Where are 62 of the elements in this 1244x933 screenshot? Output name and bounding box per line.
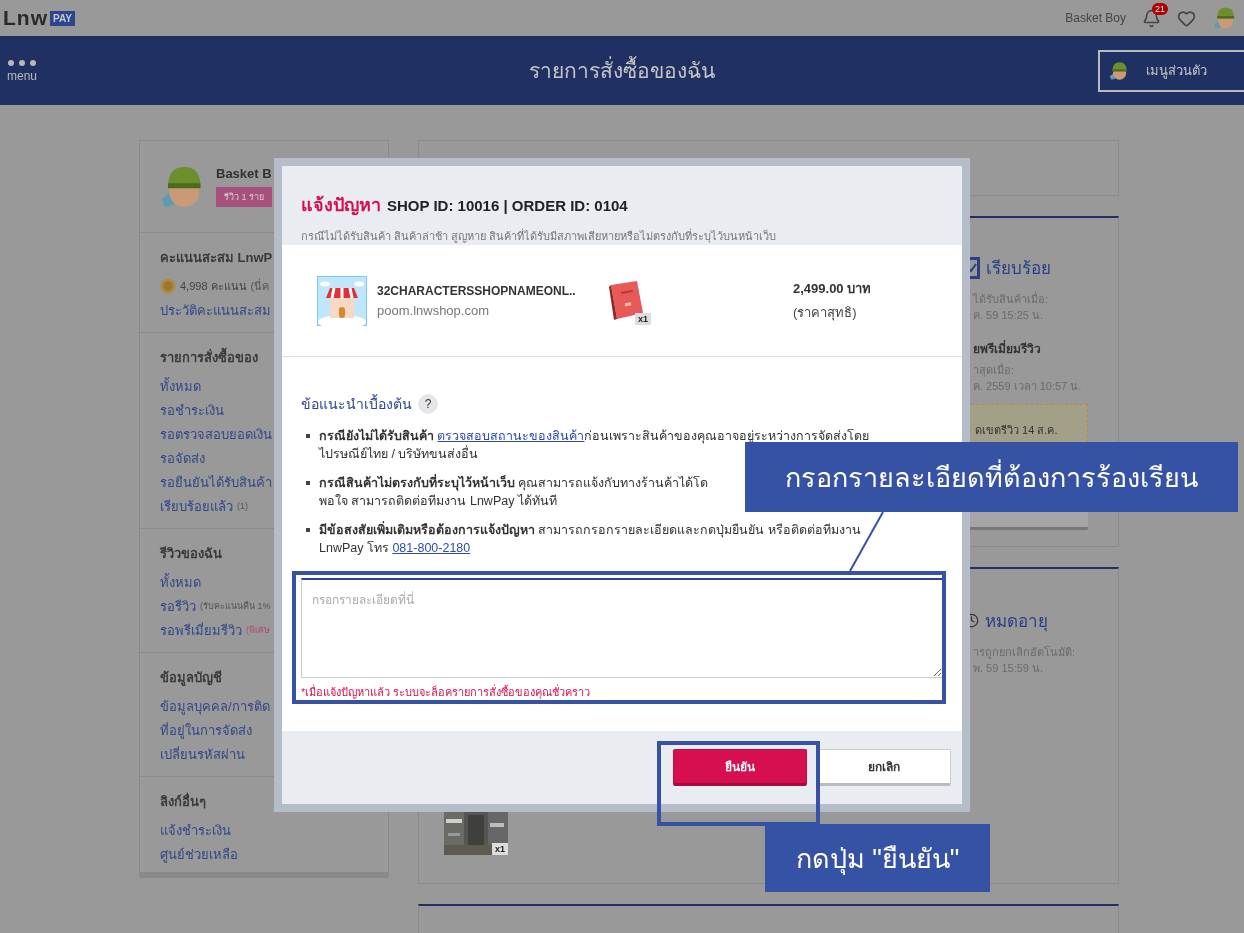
sidebar-link[interactable]: ข้อมูลบุคคล/การติด xyxy=(160,695,270,717)
tip-text: มีข้อสงสัยเพิ่มเติมหรือต้องการแจ้งปัญหา สามารถกรอกรายละเอียดและกดปุ่มยืนยัน หรือติดต่อทีมงาน LnwPay โทร 081-800-2180 xyxy=(319,521,861,557)
section-title: ลิงก์อื่นๆ xyxy=(160,791,206,811)
points-value: 4,998 คะแนน xyxy=(180,279,247,294)
coin-icon xyxy=(160,278,176,294)
section-heading: ยพรีเมี่ยมรีวิว xyxy=(973,339,1041,358)
notification-badge: 21 xyxy=(1152,2,1168,15)
link-note: (พิเศษ xyxy=(246,624,270,637)
details-field[interactable]: กรอกรายละเอียดที่นี่ xyxy=(301,578,943,678)
sidebar-link[interactable]: ศูนย์ช่วยเหลือ xyxy=(160,843,238,865)
sidebar-link[interactable]: แจ้งชำระเงิน xyxy=(160,819,231,841)
link-note: (1) xyxy=(237,501,248,511)
shop-domain: poom.lnwshop.com xyxy=(377,302,490,318)
callout-label: กรอกรายละเอียดที่ต้องการร้องเรียน xyxy=(745,442,1238,512)
personal-menu-button[interactable]: เมนูส่วนตัว xyxy=(1098,49,1244,92)
sidebar-link[interactable]: รอตรวจสอบยอดเงิน xyxy=(160,423,272,445)
section-title: ข้อมูลบัญชี xyxy=(160,669,222,688)
text-link[interactable]: 081-800-2180 xyxy=(392,541,471,555)
user-name[interactable]: Basket Boy xyxy=(1065,11,1126,25)
cancel-button[interactable]: ยกเลิก xyxy=(817,749,951,786)
link-note: (รับคะแนนคืน 1% xyxy=(200,600,271,613)
status-label: หมดอายุ xyxy=(985,611,1048,634)
text-link[interactable]: ตรวจสอบสถานะของสินค้า xyxy=(437,429,585,443)
sidebar-link[interactable]: เปลี่ยนรหัสผ่าน xyxy=(160,743,245,765)
sidebar-link[interactable]: รอยืนยันได้รับสินค้า xyxy=(160,471,272,493)
tip-text: กรณีสินค้าไม่ตรงกับที่ระบุไว้หน้าเว็บ คุณสามารถแจ้งกับทางร้านค้าได้โด พอใจ สามารถติดต่อทีมงาน LnwPay ได้ทันที xyxy=(319,474,709,510)
section-title: รายการสั่งซื้อของ xyxy=(160,347,258,368)
sidebar-link[interactable]: รอรีวิว xyxy=(160,595,196,617)
section-title: คะแนนสะสม LnwP xyxy=(160,249,273,267)
sidebar-link[interactable]: ทั้งหมด xyxy=(160,375,201,397)
sidebar-link[interactable]: รอชำระเงิน xyxy=(160,399,224,421)
profile-name: Basket B xyxy=(216,166,272,181)
sidebar-link[interactable]: เรียบร้อยแล้ว xyxy=(160,495,233,517)
points-note: (นี่ค xyxy=(250,277,270,294)
help-icon[interactable]: ? xyxy=(418,394,438,414)
confirm-button[interactable]: ยืนยัน xyxy=(673,749,807,786)
status-label: เรียบร้อย xyxy=(986,258,1051,280)
menu-label[interactable]: menu xyxy=(7,68,38,83)
dialog-subtitle: กรณีไม่ได้รับสินค้า สินค้าล่าช้า สูญหาย สินค้าที่ได้รับมีสภาพเสียหายหรือไม่ตรงกับที่ระบุไว้บนหน้าเว็บ xyxy=(301,227,778,245)
shop-name: 32CHARACTERSSHOPNAMEONL.. xyxy=(377,283,577,298)
warning-text: *เมื่อแจ้งปัญหาแล้ว ระบบจะล็อครายการสั่งซื้อของคุณชั่วคราว xyxy=(301,683,592,701)
bullet-icon xyxy=(306,434,310,438)
review-badge: รีวิว 1 ราย xyxy=(216,187,272,207)
sidebar-link[interactable]: ที่อยู่ในการจัดส่ง xyxy=(160,719,252,741)
sidebar-link[interactable]: ทั้งหมด xyxy=(160,571,201,593)
price-note: (ราคาสุทธิ) xyxy=(793,304,858,323)
price: 2,499.00 บาท xyxy=(793,280,873,298)
avatar xyxy=(1108,59,1130,82)
sidebar-link[interactable]: ประวัติคะแนนสะสม xyxy=(160,299,271,321)
store-icon xyxy=(317,275,367,326)
menu-icon xyxy=(7,58,37,67)
callout-label: กดปุ่ม "ยืนยัน" xyxy=(765,824,990,892)
bullet-icon xyxy=(306,481,310,485)
tips-title: ข้อแนะนำเบื้องต้น xyxy=(301,393,412,414)
section-title: รีวิวของฉัน xyxy=(160,545,222,563)
dialog-title: แจ้งปัญหา SHOP ID: 10016 | ORDER ID: 0104 xyxy=(301,194,629,218)
logo[interactable]: Lnw PAY xyxy=(3,6,75,30)
sidebar-link[interactable]: รอพรีเมี่ยมรีวิว xyxy=(160,619,242,641)
heart-icon[interactable] xyxy=(1177,8,1196,28)
page-title: รายการสั่งซื้อของฉัน xyxy=(529,54,715,87)
bullet-icon xyxy=(306,528,310,532)
sidebar-link[interactable]: รอจัดส่ง xyxy=(160,447,205,469)
